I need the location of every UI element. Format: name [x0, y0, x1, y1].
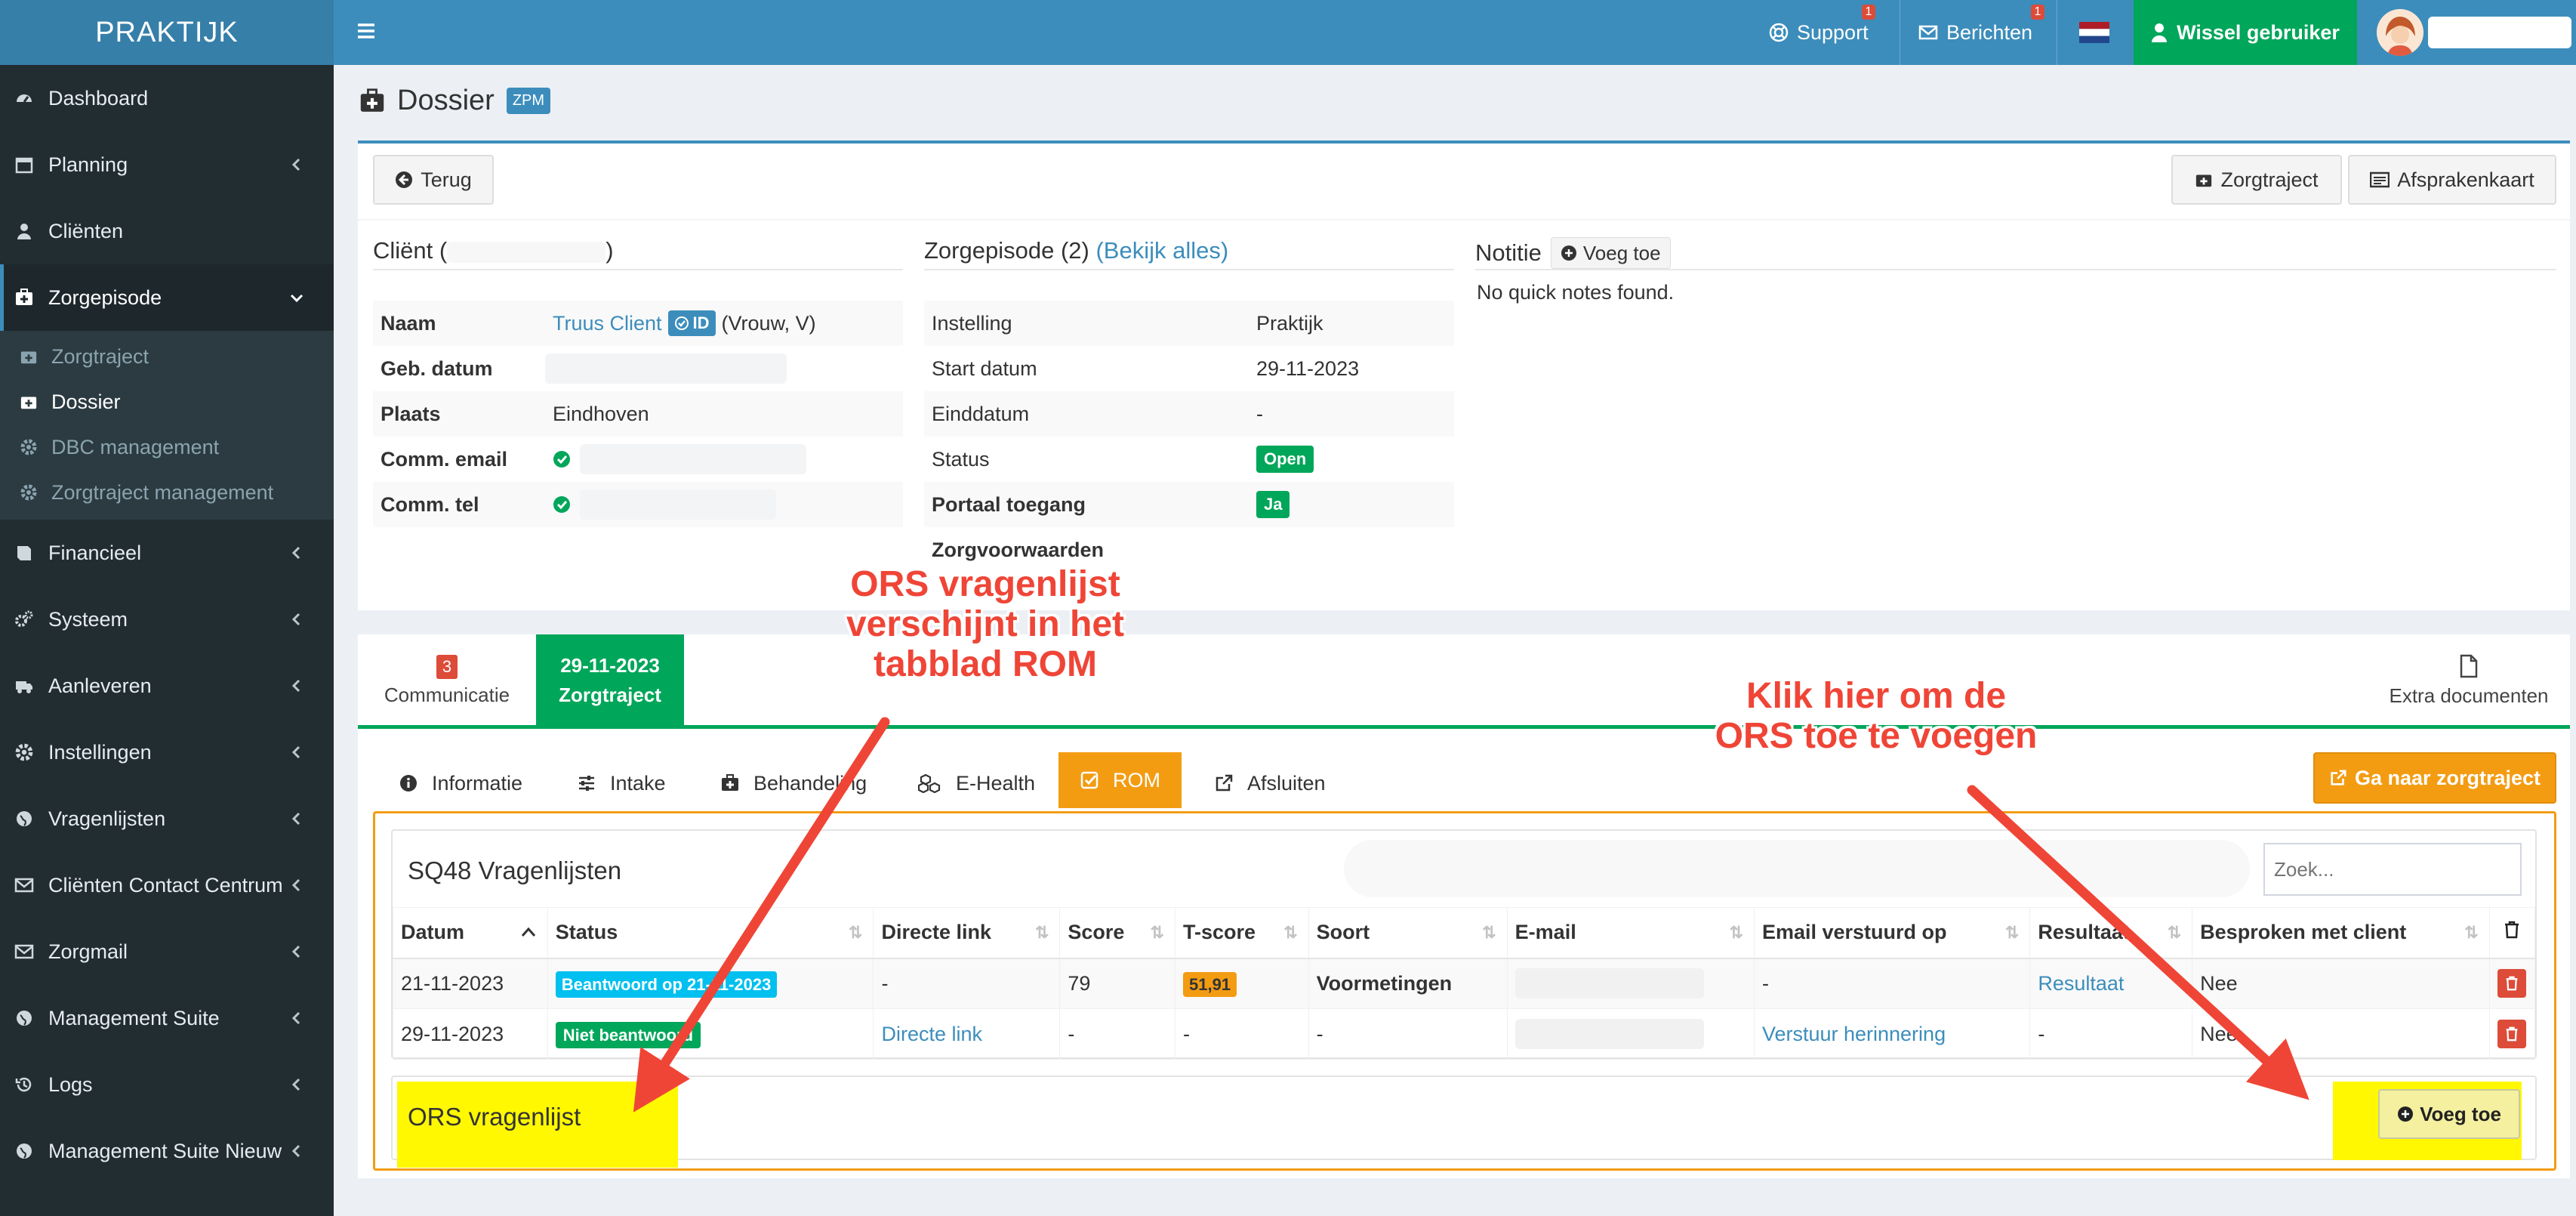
annotation-arrows	[633, 717, 2309, 1113]
annotation-line: Klik hier om de	[1746, 676, 2007, 716]
arrow-to-ors-add	[1967, 785, 2309, 1100]
annotation-line: ORS toe te voegen	[1715, 715, 2038, 756]
annotation-right: Klik hier om de ORS toe te voegen	[1691, 676, 2061, 757]
arrow-to-ors-title	[633, 717, 890, 1113]
annotation-line: verschijnt in het	[846, 603, 1125, 644]
annotation-line: tabblad ROM	[874, 643, 1097, 684]
annotation-left: ORS vragenlijst verschijnt in het tabbla…	[815, 564, 1155, 684]
annotation-line: ORS vragenlijst	[850, 564, 1120, 604]
